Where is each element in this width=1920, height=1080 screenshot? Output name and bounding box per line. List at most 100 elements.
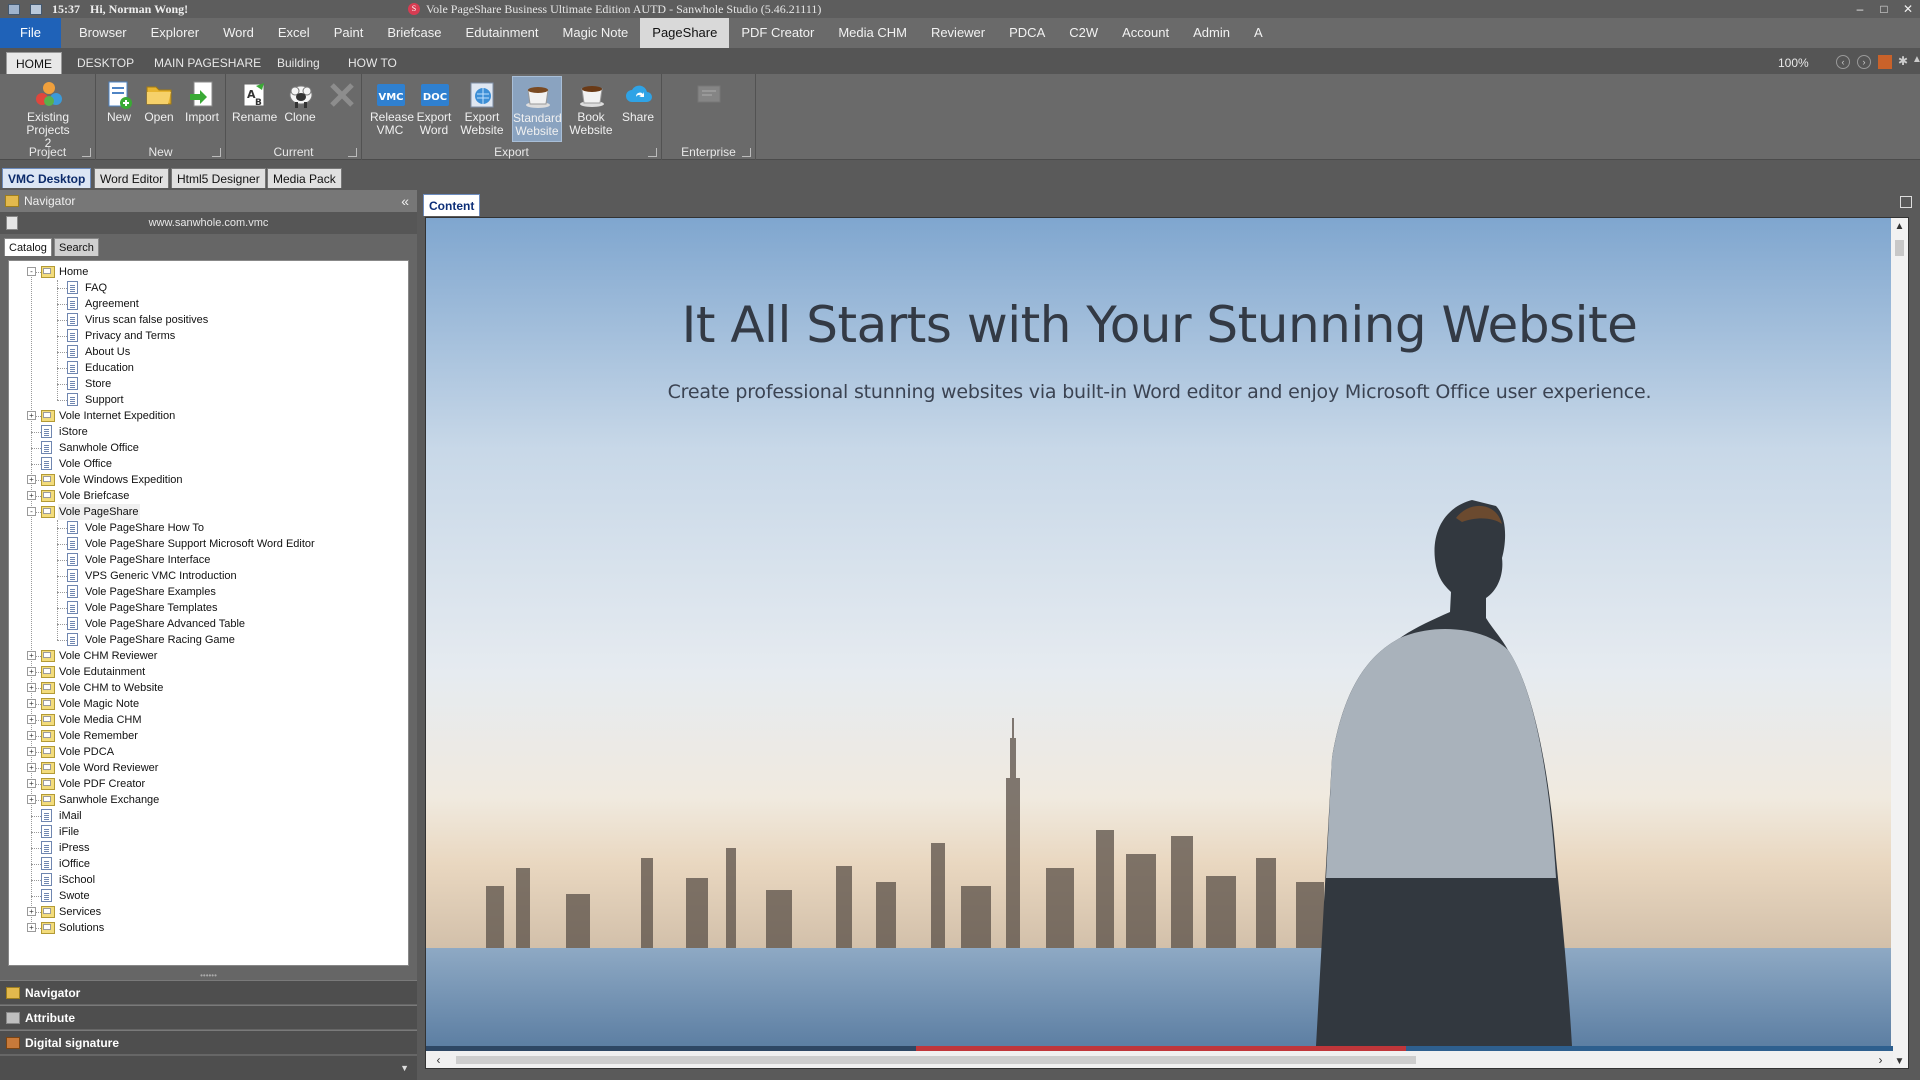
menu-media-chm[interactable]: Media CHM [826,18,919,48]
expand-node-icon[interactable]: + [27,795,36,804]
new-button[interactable]: New [104,76,134,142]
scroll-right-icon[interactable]: › [1872,1051,1889,1068]
app-menu-icon[interactable] [8,3,20,15]
menu-browser[interactable]: Browser [67,18,139,48]
open-button[interactable]: Open [142,76,176,142]
tree-page-node[interactable]: Education [9,360,408,376]
forward-icon[interactable]: › [1857,55,1871,69]
tree-page-node[interactable]: Vole PageShare Interface [9,552,408,568]
tree-page-node[interactable]: Swote [9,888,408,904]
tree-page-node[interactable]: Support [9,392,408,408]
tree-page-node[interactable]: Vole PageShare Templates [9,600,408,616]
tree-folder-node[interactable]: + Vole CHM Reviewer [9,648,408,664]
tree-page-node[interactable]: Sanwhole Office [9,440,408,456]
tree-folder-node[interactable]: + Vole Remember [9,728,408,744]
menu-account[interactable]: Account [1110,18,1181,48]
tree-page-node[interactable]: Store [9,376,408,392]
web-preview[interactable]: It All Starts with Your Stunning Website… [425,217,1909,1069]
menu-magic-note[interactable]: Magic Note [551,18,641,48]
tree-page-node[interactable]: Vole PageShare Support Microsoft Word Ed… [9,536,408,552]
tree-page-node[interactable]: Agreement [9,296,408,312]
tree-page-node[interactable]: Virus scan false positives [9,312,408,328]
tab-desktop[interactable]: DESKTOP [68,52,143,74]
menu-briefcase[interactable]: Briefcase [375,18,453,48]
tree-page-node[interactable]: FAQ [9,280,408,296]
scroll-thumb[interactable] [456,1056,1416,1064]
delete-button[interactable] [324,76,358,142]
tree-folder-node[interactable]: - Vole PageShare [9,504,408,520]
menu-c2w[interactable]: C2W [1057,18,1110,48]
dialog-launcher-icon[interactable] [648,148,657,157]
tab-how-to[interactable]: HOW TO [339,52,406,74]
rename-button[interactable]: AB Rename [232,76,277,142]
menu-file[interactable]: File [0,18,61,48]
collapse-node-icon[interactable]: - [27,507,36,516]
book-website-button[interactable]: Book Website [568,76,614,142]
restore-window-icon[interactable] [1900,196,1912,208]
menu-word[interactable]: Word [211,18,266,48]
zoom-level[interactable]: 100% [1778,52,1809,74]
tab-word-editor[interactable]: Word Editor [94,168,170,188]
export-website-button[interactable]: Export Website [458,76,506,142]
dialog-launcher-icon[interactable] [82,148,91,157]
tree-folder-node[interactable]: + Vole PDF Creator [9,776,408,792]
expand-node-icon[interactable]: + [27,491,36,500]
expand-node-icon[interactable]: + [27,763,36,772]
tree-page-node[interactable]: iOffice [9,856,408,872]
panel-overflow[interactable]: ▼ [0,1056,417,1080]
tab-main-pageshare[interactable]: MAIN PAGESHARE [145,52,270,74]
enterprise-button[interactable] [688,76,728,142]
panel-digital-signature[interactable]: Digital signature [0,1030,417,1054]
tree-folder-node[interactable]: + Vole CHM to Website [9,680,408,696]
panel-attribute[interactable]: Attribute [0,1005,417,1029]
tree-folder-node[interactable]: + Vole Word Reviewer [9,760,408,776]
maximize-button[interactable]: □ [1872,0,1896,18]
horizontal-scrollbar[interactable]: ‹ › [426,1051,1893,1068]
expand-node-icon[interactable]: + [27,475,36,484]
export-word-button[interactable]: DOC Export Word [414,76,454,142]
tree-folder-node[interactable]: + Vole PDCA [9,744,408,760]
tree-page-node[interactable]: Privacy and Terms [9,328,408,344]
scroll-thumb[interactable] [1895,240,1904,256]
dialog-launcher-icon[interactable] [212,148,221,157]
tree-folder-node[interactable]: + Vole Internet Expedition [9,408,408,424]
tree-folder-node[interactable]: + Vole Briefcase [9,488,408,504]
expand-node-icon[interactable]: + [27,715,36,724]
vertical-scrollbar[interactable]: ▲ ▼ [1891,218,1908,1068]
expand-node-icon[interactable]: + [27,731,36,740]
collapse-node-icon[interactable]: - [27,267,36,276]
share-button[interactable]: Share [618,76,658,142]
tree-folder-node[interactable]: + Services [9,904,408,920]
tree-page-node[interactable]: About Us [9,344,408,360]
user-greeting[interactable]: Hi, Norman Wong! [90,2,188,17]
tree-page-node[interactable]: VPS Generic VMC Introduction [9,568,408,584]
menu-a[interactable]: A [1242,18,1275,48]
tab-search[interactable]: Search [54,238,99,256]
existing-projects-button[interactable]: Existing Projects 2 [4,76,92,150]
menu-explorer[interactable]: Explorer [139,18,211,48]
collapse-panel-icon[interactable]: « [401,190,409,212]
scroll-left-icon[interactable]: ‹ [430,1051,447,1068]
expand-node-icon[interactable]: + [27,923,36,932]
menu-edutainment[interactable]: Edutainment [454,18,551,48]
tree-page-node[interactable]: Vole PageShare Advanced Table [9,616,408,632]
tab-building[interactable]: Building [268,52,329,74]
tree-folder-node[interactable]: + Vole Media CHM [9,712,408,728]
release-vmc-button[interactable]: VMC Release VMC [370,76,414,142]
menu-reviewer[interactable]: Reviewer [919,18,997,48]
expand-node-icon[interactable]: + [27,667,36,676]
tree-folder-node[interactable]: + Vole Magic Note [9,696,408,712]
tab-home[interactable]: HOME [6,52,62,74]
tree-page-node[interactable]: iFile [9,824,408,840]
settings-icon[interactable]: ✱ [1898,54,1908,68]
expand-node-icon[interactable]: + [27,651,36,660]
menu-pdf-creator[interactable]: PDF Creator [729,18,826,48]
menu-excel[interactable]: Excel [266,18,322,48]
menu-paint[interactable]: Paint [322,18,376,48]
tree-page-node[interactable]: iMail [9,808,408,824]
expand-node-icon[interactable]: + [27,747,36,756]
tree-page-node[interactable]: Vole PageShare How To [9,520,408,536]
menu-admin[interactable]: Admin [1181,18,1242,48]
tree-page-node[interactable]: Vole PageShare Racing Game [9,632,408,648]
tree-page-node[interactable]: iStore [9,424,408,440]
